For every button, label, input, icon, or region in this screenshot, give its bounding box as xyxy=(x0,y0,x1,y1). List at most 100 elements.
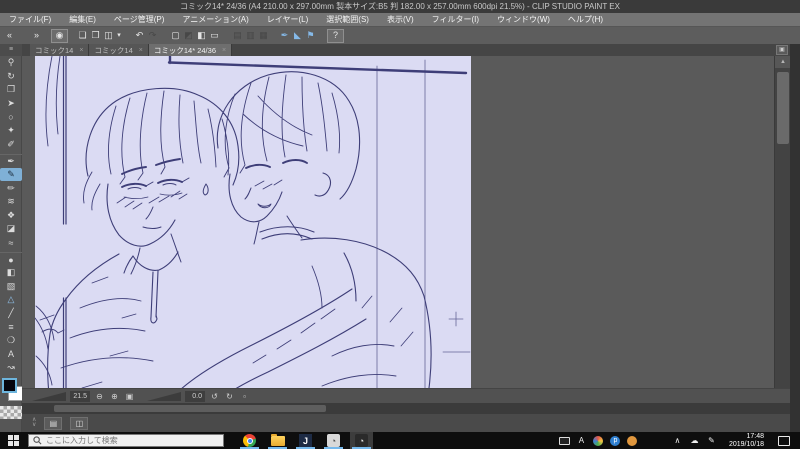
help-icon[interactable]: ? xyxy=(327,28,344,43)
new-file-icon[interactable]: ❏ xyxy=(76,29,89,42)
clip-studio-home-icon[interactable]: ◉ xyxy=(51,28,68,43)
save-menu-icon[interactable]: ▾ xyxy=(115,29,123,42)
fill-selection-icon[interactable]: ◧ xyxy=(195,29,208,42)
figure-tool-icon[interactable]: △ xyxy=(0,293,22,307)
pen-tool-icon[interactable]: ✒ xyxy=(0,154,22,168)
horizontal-scrollbar-thumb[interactable] xyxy=(54,405,326,412)
menu-selection[interactable]: 選択範囲(S) xyxy=(317,14,378,25)
undo-icon[interactable]: ↶ xyxy=(133,29,146,42)
menu-edit[interactable]: 編集(E) xyxy=(60,14,105,25)
menu-help[interactable]: ヘルプ(H) xyxy=(559,14,612,25)
onedrive-cloud-icon[interactable]: ☁ xyxy=(689,434,700,447)
document-tab-1[interactable]: コミック14 × xyxy=(30,44,90,56)
pencil-tool-icon[interactable]: ✎ xyxy=(0,167,22,182)
taskbar-clock[interactable]: 17:48 2019/10/18 xyxy=(729,433,764,449)
saturated-lines-tool-icon[interactable]: ≡ xyxy=(0,320,22,334)
snap-ruler-icon[interactable]: ✒ xyxy=(278,29,291,42)
taskbar-app-j[interactable]: J xyxy=(294,432,317,449)
zoom-value[interactable]: 21.5 xyxy=(70,390,90,402)
menu-page-manage[interactable]: ページ管理(P) xyxy=(105,14,174,25)
rotate-ccw-icon[interactable]: ↺ xyxy=(209,391,220,402)
transform-icon[interactable]: ▭ xyxy=(208,29,221,42)
tab-list-icon[interactable]: ▣ xyxy=(776,45,788,55)
save-file-icon[interactable]: ◫ xyxy=(102,29,115,42)
document-tab-active[interactable]: コミック14* 24/36 × xyxy=(148,44,233,56)
taskbar-clip-studio[interactable]: ◔ xyxy=(322,432,345,449)
vertical-scrollbar-thumb[interactable] xyxy=(777,72,789,144)
text-tool-icon[interactable]: A xyxy=(0,347,22,361)
vertical-scrollbar[interactable]: ▲ xyxy=(774,56,791,388)
zoom-in-icon[interactable]: ⊕ xyxy=(109,391,120,402)
object-tool-icon[interactable]: ➤ xyxy=(0,97,22,111)
tray-utility-icon[interactable] xyxy=(627,434,638,447)
taskbar-file-explorer[interactable] xyxy=(266,432,289,449)
palette-menu-icon[interactable]: ≡ xyxy=(0,44,22,56)
document-tab-2[interactable]: コミック14 × xyxy=(89,44,149,56)
tab-close-icon[interactable]: × xyxy=(139,47,143,54)
transparent-color-swatch[interactable] xyxy=(0,406,22,419)
foreground-color-swatch[interactable] xyxy=(2,378,17,393)
line-correction-tool-icon[interactable]: ↝ xyxy=(0,361,22,375)
reset-view-icon[interactable]: ▫ xyxy=(239,391,250,402)
tray-color-app-icon[interactable] xyxy=(593,434,604,447)
canvas-artwork[interactable] xyxy=(22,56,774,388)
tray-messenger-icon[interactable]: p xyxy=(610,434,621,447)
menu-file[interactable]: ファイル(F) xyxy=(0,14,60,25)
brush-tool-icon[interactable]: ✏ xyxy=(0,181,22,195)
menu-filter[interactable]: フィルター(I) xyxy=(423,14,488,25)
deselect-icon[interactable]: ▢ xyxy=(169,29,182,42)
zoom-out-icon[interactable]: ⊖ xyxy=(94,391,105,402)
hidden-icons-chevron-icon[interactable]: ∧ xyxy=(672,434,683,447)
fill-tool-icon[interactable]: ◧ xyxy=(0,266,22,280)
liquify-tool-icon[interactable]: ● xyxy=(0,252,22,266)
taskbar-chrome[interactable] xyxy=(238,432,261,449)
palette-collapse-icons[interactable]: ∧ ∨ xyxy=(32,417,36,428)
rotation-slider[interactable] xyxy=(147,391,181,401)
layer-op-3-icon[interactable]: ▦ xyxy=(257,29,270,42)
tab-close-icon[interactable]: × xyxy=(222,47,226,54)
zoom-tool-icon[interactable]: ⚲ xyxy=(0,56,22,70)
action-center-icon[interactable] xyxy=(778,435,790,446)
snap-grid-icon[interactable]: ⚑ xyxy=(304,29,317,42)
layer-op-1-icon[interactable]: ▤ xyxy=(231,29,244,42)
open-file-icon[interactable]: ❒ xyxy=(89,29,102,42)
panel-toggle-icon[interactable]: ▤ xyxy=(44,416,63,430)
gradient-tool-icon[interactable]: ▧ xyxy=(0,280,22,294)
menu-window[interactable]: ウィンドウ(W) xyxy=(488,14,559,25)
horizontal-scrollbar[interactable] xyxy=(22,403,790,414)
move-tool-icon[interactable]: ❐ xyxy=(0,83,22,97)
airbrush-tool-icon[interactable]: ≋ xyxy=(0,195,22,209)
blend-tool-icon[interactable]: ≈ xyxy=(0,236,22,250)
collapse-down-icon[interactable]: ∨ xyxy=(32,422,36,428)
start-button[interactable] xyxy=(0,432,26,449)
zoom-slider[interactable] xyxy=(32,391,66,401)
layer-op-2-icon[interactable]: ▥ xyxy=(244,29,257,42)
canvas-viewport[interactable] xyxy=(22,56,774,388)
taskbar-clip-studio-paint[interactable]: ◔ xyxy=(350,432,373,449)
invert-selection-icon[interactable]: ◩ xyxy=(182,29,195,42)
rotate-tool-icon[interactable]: ↻ xyxy=(0,70,22,84)
pen-settings-icon[interactable]: ✎ xyxy=(706,434,717,447)
fit-to-screen-icon[interactable]: ▣ xyxy=(124,391,135,402)
rotation-value[interactable]: 0.0 xyxy=(185,390,205,402)
tray-display-icon[interactable] xyxy=(558,434,570,447)
search-input[interactable] xyxy=(46,436,206,445)
auto-select-tool-icon[interactable]: ✦ xyxy=(0,124,22,138)
nav-forward-icon[interactable]: » xyxy=(30,29,43,42)
redo-icon[interactable]: ↷ xyxy=(146,29,159,42)
menu-animation[interactable]: アニメーション(A) xyxy=(173,14,257,25)
tray-ime-icon[interactable]: A xyxy=(576,434,587,447)
snap-special-ruler-icon[interactable]: ◣ xyxy=(291,29,304,42)
tab-close-icon[interactable]: × xyxy=(79,47,83,54)
lasso-tool-icon[interactable]: ○ xyxy=(0,110,22,124)
rotate-cw-icon[interactable]: ↻ xyxy=(224,391,235,402)
scroll-up-icon[interactable]: ▲ xyxy=(775,56,791,68)
balloon-tool-icon[interactable]: ❍ xyxy=(0,334,22,348)
line-tool-icon[interactable]: ╱ xyxy=(0,307,22,321)
menu-layer[interactable]: レイヤー(L) xyxy=(258,14,318,25)
eyedropper-tool-icon[interactable]: ✐ xyxy=(0,138,22,152)
nav-back-icon[interactable]: « xyxy=(3,29,16,42)
menu-view[interactable]: 表示(V) xyxy=(378,14,423,25)
view-mode-icon[interactable]: ◫ xyxy=(70,416,89,430)
decoration-tool-icon[interactable]: ❖ xyxy=(0,209,22,223)
